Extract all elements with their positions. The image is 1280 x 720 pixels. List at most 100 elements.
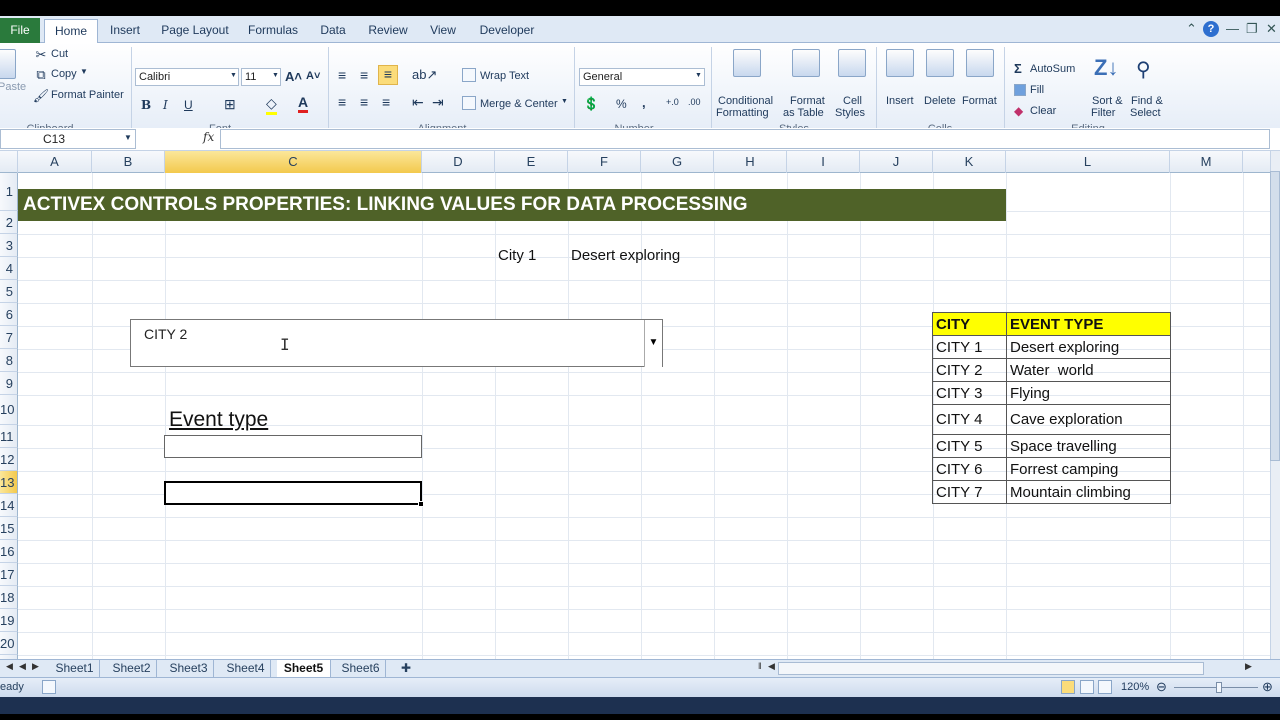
- select-all-corner[interactable]: [0, 151, 18, 173]
- header-event-type[interactable]: EVENT TYPE: [1006, 312, 1171, 336]
- cell-styles-label-2[interactable]: Styles: [835, 107, 865, 119]
- font-name-select[interactable]: Calibri: [135, 68, 239, 86]
- format-cells-button[interactable]: Format: [962, 95, 997, 107]
- column-header-c[interactable]: C: [165, 151, 422, 173]
- format-as-table-label-2[interactable]: as Table: [783, 107, 824, 119]
- align-center-icon[interactable]: ≡: [360, 94, 368, 110]
- font-dropdown-icon[interactable]: ▼: [230, 72, 237, 79]
- city-cell[interactable]: CITY 1: [932, 335, 1007, 359]
- linked-city-cell[interactable]: City 1: [498, 247, 536, 264]
- conditional-formatting-label-2[interactable]: Formatting: [716, 107, 769, 119]
- cut-button[interactable]: Cut: [51, 48, 68, 60]
- align-bottom-icon[interactable]: ≡: [378, 65, 398, 85]
- paste-icon[interactable]: [0, 49, 16, 79]
- first-sheet-icon[interactable]: ◀: [6, 661, 13, 672]
- decrease-indent-icon[interactable]: ⇤: [412, 94, 424, 111]
- name-box-dropdown-icon[interactable]: ▼: [124, 133, 132, 142]
- row-header-3[interactable]: 3: [0, 234, 18, 257]
- column-header-j[interactable]: J: [860, 151, 933, 173]
- row-header-4[interactable]: 4: [0, 257, 18, 280]
- column-header-i[interactable]: I: [787, 151, 860, 173]
- column-header-d[interactable]: D: [422, 151, 495, 173]
- tab-developer[interactable]: Developer: [474, 19, 540, 43]
- row-header-19[interactable]: 19: [0, 609, 18, 632]
- bold-icon[interactable]: B: [141, 98, 151, 112]
- column-header-e[interactable]: E: [495, 151, 568, 173]
- macro-record-icon[interactable]: [42, 680, 56, 694]
- insert-cells-button[interactable]: Insert: [886, 95, 914, 107]
- close-icon[interactable]: ✕: [1266, 21, 1277, 37]
- scroll-right-icon[interactable]: ▶: [1245, 661, 1252, 672]
- grow-font-icon[interactable]: A˄: [285, 69, 302, 84]
- ribbon-minimize-icon[interactable]: ⌃: [1186, 21, 1197, 37]
- column-header-g[interactable]: G: [641, 151, 714, 173]
- size-dropdown-icon[interactable]: ▼: [272, 72, 279, 79]
- increase-decimal-icon[interactable]: +.0: [666, 97, 679, 107]
- row-header-5[interactable]: 5: [0, 280, 18, 303]
- column-header-b[interactable]: B: [92, 151, 165, 173]
- tab-formulas[interactable]: Formulas: [244, 19, 302, 43]
- sort-filter-label-2[interactable]: Filter: [1091, 107, 1115, 119]
- row-header-7[interactable]: 7: [0, 326, 18, 349]
- row-header-13[interactable]: 13: [0, 471, 18, 494]
- conditional-formatting-label-1[interactable]: Conditional: [718, 95, 773, 107]
- row-header-6[interactable]: 6: [0, 303, 18, 326]
- delete-cells-button[interactable]: Delete: [924, 95, 956, 107]
- align-left-icon[interactable]: ≡: [338, 94, 346, 110]
- row-header-17[interactable]: 17: [0, 563, 18, 586]
- city-cell[interactable]: CITY 2: [932, 358, 1007, 382]
- combo-dropdown-arrow-icon[interactable]: ▼: [644, 320, 662, 367]
- copy-dropdown-icon[interactable]: ▼: [80, 67, 88, 76]
- column-header-f[interactable]: F: [568, 151, 641, 173]
- page-layout-view-icon[interactable]: [1080, 680, 1094, 694]
- zoom-slider-thumb[interactable]: [1216, 682, 1222, 693]
- row-header-15[interactable]: 15: [0, 517, 18, 540]
- city-cell[interactable]: CITY 7: [932, 480, 1007, 504]
- event-cell[interactable]: Forrest camping: [1006, 457, 1171, 481]
- find-select-label-1[interactable]: Find &: [1131, 95, 1163, 107]
- city-cell[interactable]: CITY 5: [932, 434, 1007, 458]
- insert-function-icon[interactable]: fx: [203, 130, 214, 144]
- wrap-text-button[interactable]: Wrap Text: [480, 70, 529, 82]
- sheet-tab-3[interactable]: Sheet3: [164, 660, 214, 677]
- tab-page-layout[interactable]: Page Layout: [158, 19, 232, 43]
- copy-button[interactable]: Copy: [51, 68, 77, 80]
- tab-review[interactable]: Review: [364, 19, 412, 43]
- normal-view-icon[interactable]: [1061, 680, 1075, 694]
- vertical-scroll-thumb[interactable]: [1270, 171, 1280, 461]
- next-sheet-icon[interactable]: ▶: [32, 661, 39, 672]
- event-cell[interactable]: Desert exploring: [1006, 335, 1171, 359]
- row-header-8[interactable]: 8: [0, 349, 18, 372]
- column-header-m[interactable]: M: [1170, 151, 1243, 173]
- accounting-format-icon[interactable]: 💲: [583, 96, 599, 112]
- shrink-font-icon[interactable]: A˅: [306, 70, 320, 82]
- split-handle-icon[interactable]: ‖: [758, 661, 762, 671]
- row-header-9[interactable]: 9: [0, 372, 18, 395]
- tab-home[interactable]: Home: [44, 19, 98, 44]
- fill-handle[interactable]: [418, 501, 424, 507]
- italic-icon[interactable]: I: [163, 98, 168, 112]
- worksheet-grid[interactable]: A B C D E F G H I J K L M 1 2 3 4 5 6 7 …: [0, 151, 1270, 665]
- city-cell[interactable]: CITY 6: [932, 457, 1007, 481]
- increase-indent-icon[interactable]: ⇥: [432, 94, 444, 111]
- column-header-a[interactable]: A: [18, 151, 92, 173]
- paste-button[interactable]: Paste: [0, 81, 26, 93]
- city-cell[interactable]: CITY 4: [932, 404, 1007, 435]
- align-top-icon[interactable]: ≡: [338, 67, 346, 83]
- event-cell[interactable]: Space travelling: [1006, 434, 1171, 458]
- sheet-tab-2[interactable]: Sheet2: [107, 660, 157, 677]
- clear-button[interactable]: Clear: [1030, 105, 1056, 117]
- sheet-tab-5[interactable]: Sheet5: [277, 660, 331, 677]
- formula-input[interactable]: [220, 129, 1270, 149]
- event-type-textbox[interactable]: [164, 435, 422, 458]
- help-icon[interactable]: ?: [1203, 21, 1219, 37]
- column-header-l[interactable]: L: [1006, 151, 1170, 173]
- borders-icon[interactable]: ⊞: [224, 96, 236, 113]
- tab-view[interactable]: View: [424, 19, 462, 43]
- column-header-k[interactable]: K: [933, 151, 1006, 173]
- merge-center-button[interactable]: Merge & Center: [480, 98, 558, 110]
- tab-file[interactable]: File: [0, 18, 40, 43]
- event-cell[interactable]: Flying: [1006, 381, 1171, 405]
- name-box[interactable]: C13: [0, 129, 136, 149]
- font-color-icon[interactable]: A: [298, 94, 309, 113]
